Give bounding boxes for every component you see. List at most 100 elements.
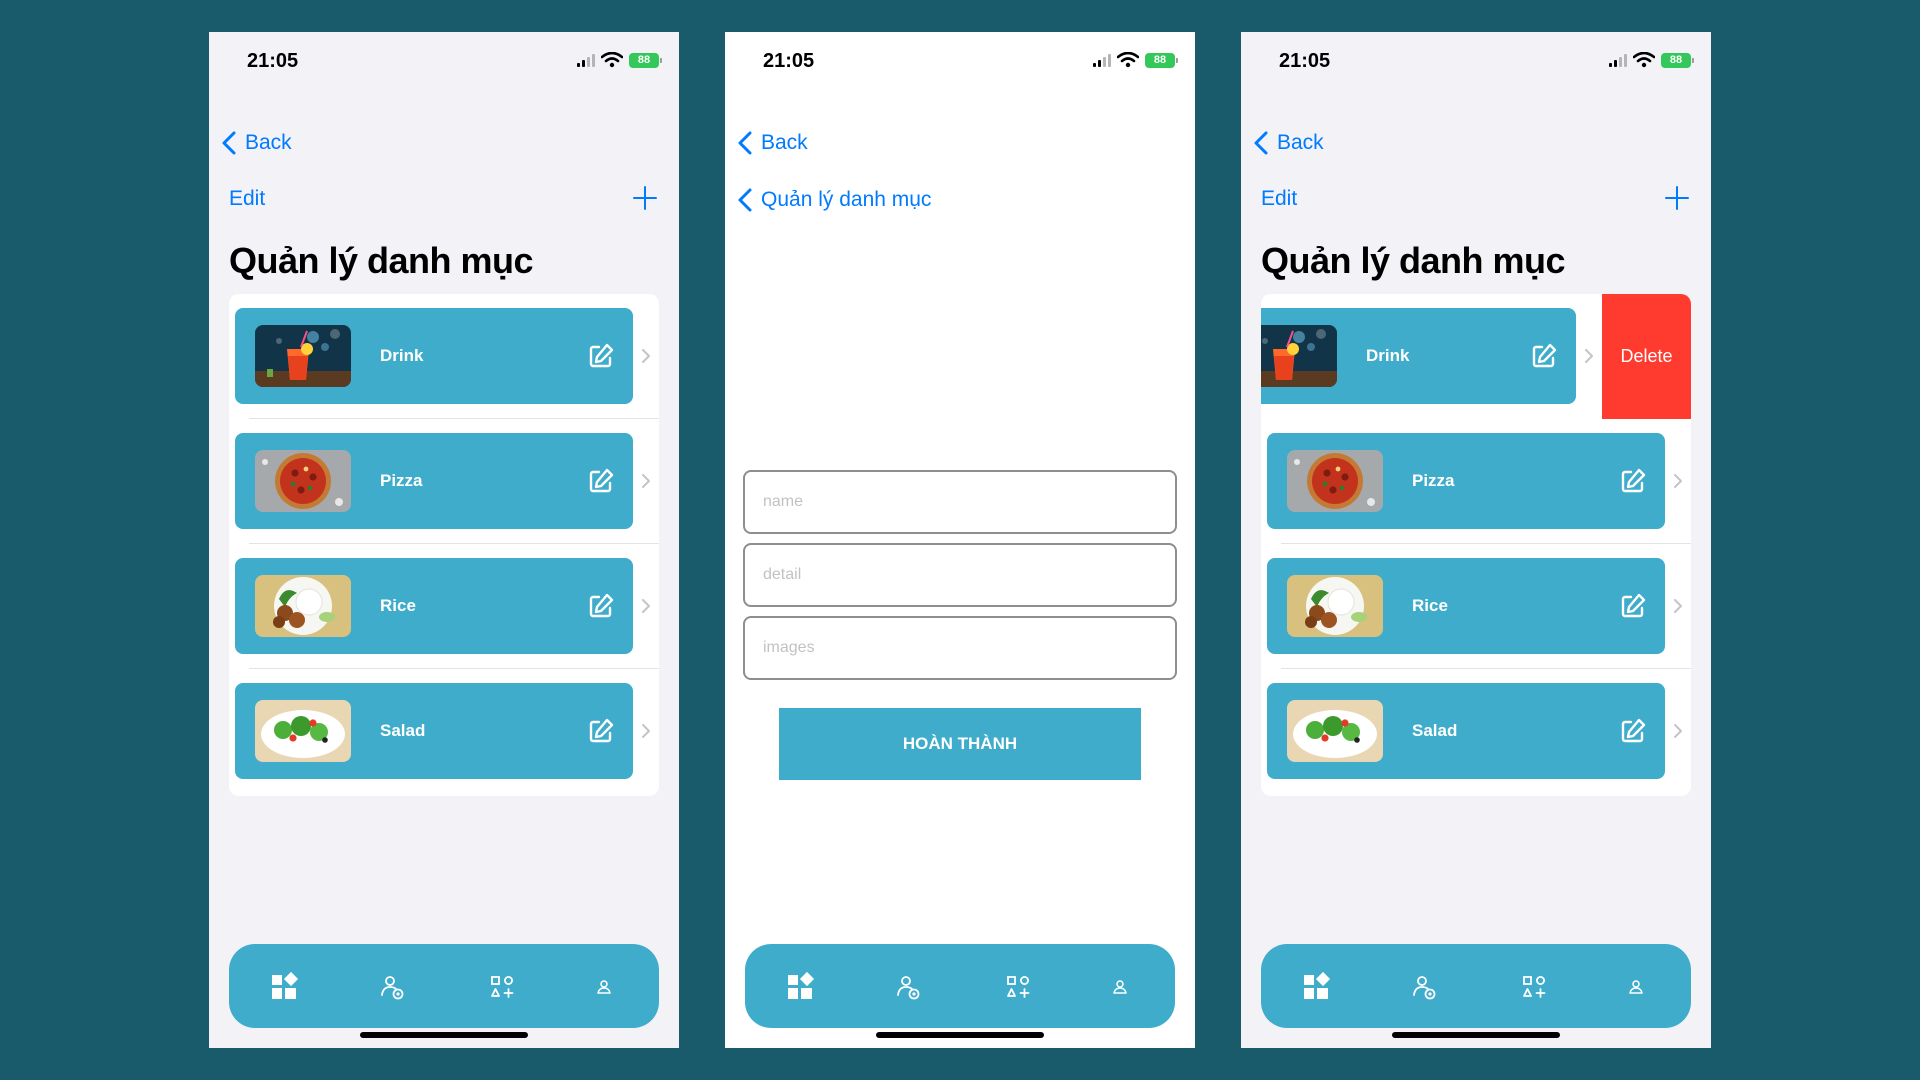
tab-add-category[interactable]: [1001, 970, 1035, 1004]
category-card[interactable]: Rice: [235, 558, 633, 654]
list-item-rice[interactable]: Rice: [229, 544, 659, 669]
screen-category-form: 21:05 88 Back Quản lý danh mục HOÀN THÀN…: [725, 32, 1195, 1048]
category-card[interactable]: Pizza: [1267, 433, 1665, 529]
tab-user-settings[interactable]: [891, 970, 925, 1004]
plus-icon[interactable]: [631, 184, 659, 212]
list-item-rice[interactable]: Rice: [1261, 544, 1691, 669]
plus-icon[interactable]: [1663, 184, 1691, 212]
list-item-salad[interactable]: Salad: [229, 669, 659, 794]
edit-icon[interactable]: [1619, 717, 1647, 745]
back-to-category-list-button[interactable]: Quản lý danh mục: [735, 187, 931, 213]
rice-image: [255, 575, 351, 637]
add-category-icon: [485, 970, 519, 1004]
profile-icon: [1103, 970, 1137, 1004]
tab-user-settings[interactable]: [375, 970, 409, 1004]
tab-profile[interactable]: [587, 970, 621, 1004]
category-card[interactable]: Pizza: [235, 433, 633, 529]
home-indicator: [876, 1032, 1044, 1038]
tab-user-settings[interactable]: [1407, 970, 1441, 1004]
chevron-left-icon: [735, 187, 757, 213]
tab-add-category[interactable]: [1517, 970, 1551, 1004]
drink-image: [1261, 325, 1337, 387]
complete-button[interactable]: HOÀN THÀNH: [779, 708, 1141, 780]
user-settings-icon: [1407, 970, 1441, 1004]
edit-icon[interactable]: [587, 467, 615, 495]
status-bar: 21:05 88: [1241, 32, 1711, 88]
edit-button[interactable]: Edit: [1261, 187, 1297, 211]
category-name: Rice: [380, 596, 416, 615]
back-button[interactable]: Back: [219, 130, 292, 156]
list-item-salad[interactable]: Salad: [1261, 669, 1691, 794]
edit-icon[interactable]: [587, 717, 615, 745]
wifi-icon: [1117, 52, 1139, 68]
status-time: 21:05: [1279, 50, 1331, 72]
chevron-left-icon: [219, 130, 241, 156]
battery-icon: 88: [1145, 52, 1178, 68]
pizza-image: [255, 450, 351, 512]
edit-icon[interactable]: [587, 592, 615, 620]
tab-add-category[interactable]: [485, 970, 519, 1004]
list-item-pizza[interactable]: Pizza: [1261, 419, 1691, 544]
detail-field[interactable]: [743, 543, 1177, 607]
chevron-left-icon: [1251, 130, 1273, 156]
category-list: Drink Delete Pizza Rice Salad: [1261, 294, 1691, 796]
screen-category-list-swipe: 21:05 88 Back Edit Quản lý danh mục Drin…: [1241, 32, 1711, 1048]
images-field[interactable]: [743, 616, 1177, 680]
drink-image: [255, 325, 351, 387]
tab-bar: [1261, 944, 1691, 1028]
dashboard-icon: [267, 970, 301, 1004]
drink-thumbnail: [1261, 325, 1337, 387]
edit-icon[interactable]: [1619, 467, 1647, 495]
salad-image: [255, 700, 351, 762]
category-name: Pizza: [380, 471, 423, 490]
chevron-right-icon: [1673, 723, 1683, 739]
user-settings-icon: [375, 970, 409, 1004]
tab-dashboard[interactable]: [1299, 970, 1333, 1004]
edit-icon[interactable]: [587, 342, 615, 370]
category-card[interactable]: Rice: [1267, 558, 1665, 654]
list-item-drink[interactable]: Drink: [229, 294, 659, 419]
wifi-icon: [1633, 52, 1655, 68]
battery-icon: 88: [629, 52, 662, 68]
tab-dashboard[interactable]: [267, 970, 301, 1004]
list-item-drink-swiped[interactable]: Drink Delete: [1261, 294, 1691, 419]
rice-image: [1287, 575, 1383, 637]
category-card[interactable]: Drink: [1261, 308, 1576, 404]
category-name: Drink: [1366, 346, 1410, 365]
name-field[interactable]: [743, 470, 1177, 534]
edit-icon[interactable]: [1530, 342, 1558, 370]
tab-dashboard[interactable]: [783, 970, 817, 1004]
cellular-signal-icon: [1093, 53, 1111, 67]
page-title: Quản lý danh mục: [229, 240, 534, 281]
status-time: 21:05: [763, 50, 815, 72]
cellular-signal-icon: [1609, 53, 1627, 67]
tab-profile[interactable]: [1103, 970, 1137, 1004]
chevron-right-icon: [1673, 598, 1683, 614]
salad-image: [1287, 700, 1383, 762]
category-name: Drink: [380, 346, 424, 365]
delete-button[interactable]: Delete: [1602, 294, 1691, 419]
back-button[interactable]: Back: [735, 130, 808, 156]
category-card[interactable]: Drink: [235, 308, 633, 404]
dashboard-icon: [1299, 970, 1333, 1004]
category-card[interactable]: Salad: [235, 683, 633, 779]
battery-icon: 88: [1661, 52, 1694, 68]
category-card[interactable]: Salad: [1267, 683, 1665, 779]
back-label: Back: [1277, 131, 1324, 154]
pizza-thumbnail: [1287, 450, 1383, 512]
chevron-left-icon: [735, 130, 757, 156]
dashboard-icon: [783, 970, 817, 1004]
drink-thumbnail: [255, 325, 351, 387]
rice-thumbnail: [1287, 575, 1383, 637]
add-category-icon: [1001, 970, 1035, 1004]
edit-button[interactable]: Edit: [229, 187, 265, 211]
back-label: Back: [245, 131, 292, 154]
back-label: Back: [761, 131, 808, 154]
home-indicator: [360, 1032, 528, 1038]
back-button[interactable]: Back: [1251, 130, 1324, 156]
profile-icon: [1619, 970, 1653, 1004]
list-item-pizza[interactable]: Pizza: [229, 419, 659, 544]
salad-thumbnail: [1287, 700, 1383, 762]
tab-profile[interactable]: [1619, 970, 1653, 1004]
edit-icon[interactable]: [1619, 592, 1647, 620]
